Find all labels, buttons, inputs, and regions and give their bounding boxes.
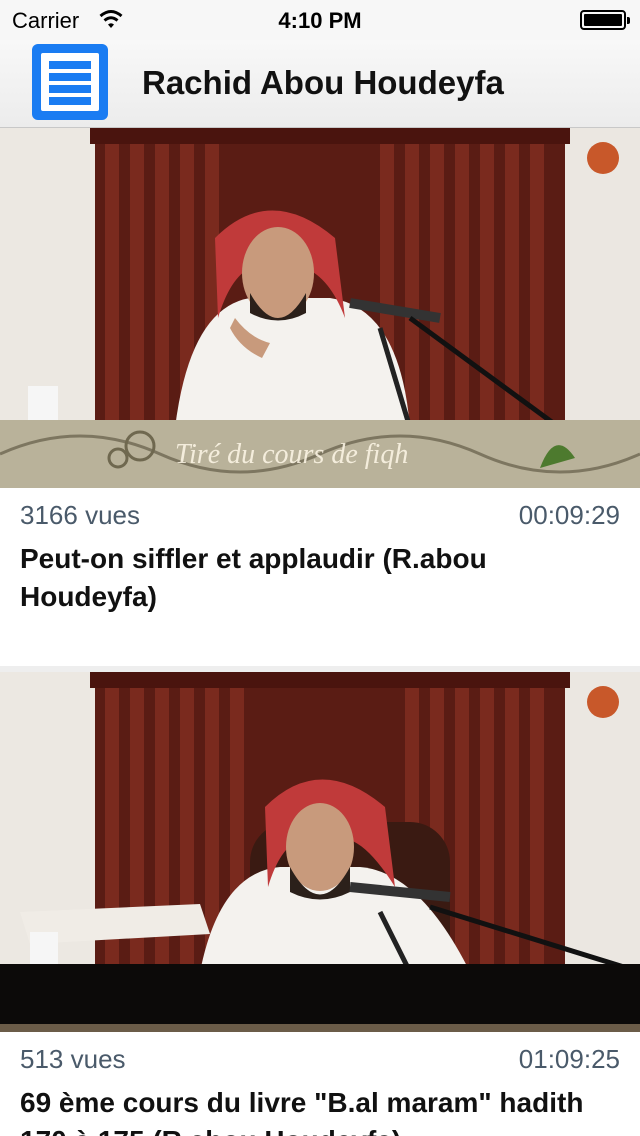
video-card[interactable]: Tiré du cours de fiqh 3166 vues 00:09:29… xyxy=(0,128,640,672)
clock: 4:10 PM xyxy=(278,8,362,33)
video-card[interactable]: 513 vues 01:09:25 69 ème cours du livre … xyxy=(0,672,640,1136)
menu-icon xyxy=(41,53,99,111)
video-duration: 00:09:29 xyxy=(518,500,620,530)
banner-caption: Tiré du cours de fiqh xyxy=(175,439,408,470)
battery-icon xyxy=(580,10,630,30)
video-duration: 01:09:25 xyxy=(518,1044,620,1074)
view-count: 3166 vues xyxy=(20,500,140,530)
menu-button[interactable] xyxy=(32,44,108,120)
video-feed[interactable]: Tiré du cours de fiqh 3166 vues 00:09:29… xyxy=(0,128,640,1136)
navigation-bar: Rachid Abou Houdeyfa xyxy=(0,40,640,128)
status-bar: Carrier 4:10 PM xyxy=(0,0,640,40)
video-thumbnail[interactable]: Tiré du cours de fiqh xyxy=(0,128,640,488)
video-title[interactable]: 69 ème cours du livre "B.al maram" hadit… xyxy=(20,1084,610,1136)
page-title: Rachid Abou Houdeyfa xyxy=(142,64,504,101)
video-title[interactable]: Peut-on siffler et applaudir (R.abou Hou… xyxy=(20,540,610,616)
video-thumbnail[interactable] xyxy=(0,672,640,1032)
view-count: 513 vues xyxy=(20,1044,126,1074)
